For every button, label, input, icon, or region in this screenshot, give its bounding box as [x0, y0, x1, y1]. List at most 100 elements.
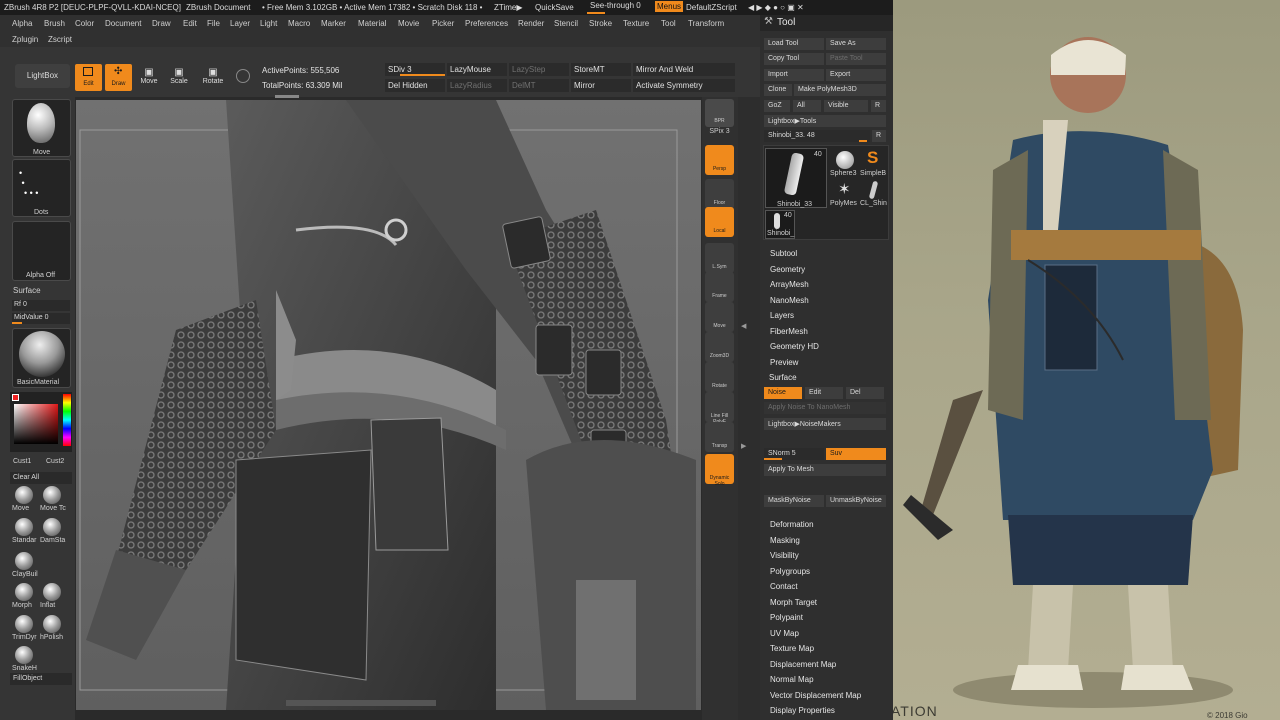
- ztime[interactable]: ZTime▶: [494, 3, 523, 12]
- tool-r-button[interactable]: R: [872, 130, 886, 142]
- shelf-frame[interactable]: Frame: [705, 272, 734, 302]
- subpalette-preview[interactable]: Preview: [770, 358, 798, 367]
- gyro-icon[interactable]: [236, 69, 250, 83]
- quicksave-button[interactable]: QuickSave: [535, 3, 574, 12]
- load-tool-button[interactable]: Load Tool: [764, 38, 824, 50]
- subpalette-deformation[interactable]: Deformation: [770, 520, 814, 529]
- tool-thumb-sphere3d[interactable]: Sphere3: [830, 148, 860, 178]
- subpalette-normal-map[interactable]: Normal Map: [770, 675, 814, 684]
- custom-color-2[interactable]: Cust2: [46, 458, 64, 465]
- shelf-move[interactable]: Move: [705, 302, 734, 332]
- subpalette-layers[interactable]: Layers: [770, 311, 794, 320]
- noise-del-button[interactable]: Del: [846, 387, 884, 399]
- tool-thumb-cl-shinobi[interactable]: CL_Shin: [860, 180, 890, 208]
- goz-r-button[interactable]: R: [871, 100, 886, 112]
- custom-color-1[interactable]: Cust1: [13, 458, 31, 465]
- mirror-button[interactable]: Mirror: [571, 79, 631, 92]
- goz-all-button[interactable]: All: [793, 100, 821, 112]
- save-as-button[interactable]: Save As: [826, 38, 886, 50]
- menu-brush[interactable]: Brush: [44, 19, 65, 28]
- menu-marker[interactable]: Marker: [321, 19, 346, 28]
- brush-standar[interactable]: Standar: [12, 517, 40, 547]
- toolbar-scroll-handle[interactable]: [275, 95, 299, 98]
- import-button[interactable]: Import: [764, 69, 824, 81]
- brush-inflat[interactable]: Inflat: [40, 582, 68, 612]
- color-picker[interactable]: [10, 392, 72, 452]
- menu-macro[interactable]: Macro: [288, 19, 310, 28]
- subpalette-vector-displacement-map[interactable]: Vector Displacement Map: [770, 691, 861, 700]
- shelf-local[interactable]: Local: [705, 207, 734, 237]
- menus-toggle[interactable]: Menus: [655, 1, 684, 12]
- menu-preferences[interactable]: Preferences: [465, 19, 508, 28]
- viewport-canvas[interactable]: [76, 100, 701, 710]
- mask-by-noise-button[interactable]: MaskByNoise: [764, 495, 824, 507]
- tool-thumb-shinobi33[interactable]: 40 Shinobi_33: [765, 148, 827, 208]
- clear-all-button[interactable]: Clear All: [10, 472, 72, 484]
- snorm-slider[interactable]: SNorm 5: [764, 448, 824, 460]
- menu-tool[interactable]: Tool: [661, 19, 676, 28]
- subpalette-displacement-map[interactable]: Displacement Map: [770, 660, 836, 669]
- menu-stroke[interactable]: Stroke: [589, 19, 612, 28]
- menu-stencil[interactable]: Stencil: [554, 19, 578, 28]
- brush-hpolish[interactable]: hPolish: [40, 614, 68, 644]
- del-hidden-button[interactable]: Del Hidden: [385, 79, 445, 92]
- brush-claybuil[interactable]: ClayBuil: [12, 551, 40, 581]
- brush-snakeh[interactable]: SnakeH: [12, 645, 40, 675]
- subpalette-texture-map[interactable]: Texture Map: [770, 644, 814, 653]
- scale-mode-button[interactable]: ▣ Scale: [168, 67, 190, 85]
- menu-picker[interactable]: Picker: [432, 19, 454, 28]
- noise-button[interactable]: Noise: [764, 387, 802, 399]
- menu-material[interactable]: Material: [358, 19, 386, 28]
- menu-alpha[interactable]: Alpha: [12, 19, 32, 28]
- lazystep-slider[interactable]: LazyStep: [509, 63, 569, 76]
- activate-symmetry-button[interactable]: Activate Symmetry: [633, 79, 735, 92]
- subpalette-display-properties[interactable]: Display Properties: [770, 706, 835, 715]
- apply-noise-nanomesh-button[interactable]: Apply Noise To NanoMesh: [764, 402, 886, 414]
- subpalette-subtool[interactable]: Subtool: [770, 249, 797, 258]
- menu-document[interactable]: Document: [105, 19, 141, 28]
- current-tool-slider[interactable]: Shinobi_33. 48: [764, 130, 870, 142]
- menu-color[interactable]: Color: [75, 19, 94, 28]
- sdiv-slider[interactable]: SDiv 3: [385, 63, 445, 76]
- tool-thumb-shinobi[interactable]: 40 Shinobi_: [765, 210, 795, 239]
- brush-move[interactable]: Move: [12, 485, 40, 515]
- default-zscript-button[interactable]: DefaultZScript: [686, 3, 737, 12]
- menu-texture[interactable]: Texture: [623, 19, 649, 28]
- mirror-and-weld-button[interactable]: Mirror And Weld: [633, 63, 735, 76]
- subpalette-geometry-hd[interactable]: Geometry HD: [770, 342, 819, 351]
- make-polymesh-button[interactable]: Make PolyMesh3D: [794, 84, 886, 96]
- menu-zscript[interactable]: Zscript: [48, 35, 72, 44]
- lightbox-tools-button[interactable]: Lightbox▶Tools: [764, 115, 886, 127]
- shelf-l-sym[interactable]: L.Sym: [705, 243, 734, 273]
- goz-button[interactable]: GoZ: [764, 100, 790, 112]
- suv-button[interactable]: Suv: [826, 448, 886, 460]
- shelf-transp[interactable]: Transp: [705, 422, 734, 452]
- storemt-button[interactable]: StoreMT: [571, 63, 631, 76]
- subpalette-contact[interactable]: Contact: [770, 582, 798, 591]
- rotate-mode-button[interactable]: ▣ Rotate: [200, 67, 226, 85]
- subpalette-polypaint[interactable]: Polypaint: [770, 613, 803, 622]
- bpr-button[interactable]: BPR: [705, 99, 734, 127]
- menu-transform[interactable]: Transform: [688, 19, 724, 28]
- shelf-line-fill-polyf[interactable]: Line Fill PolyF: [705, 392, 734, 425]
- clone-button[interactable]: Clone: [764, 84, 792, 96]
- menu-file[interactable]: File: [207, 19, 220, 28]
- material-selector[interactable]: BasicMaterial: [12, 328, 71, 388]
- seethrough-slider[interactable]: See-through 0: [590, 1, 641, 10]
- alpha-selector[interactable]: Alpha Off: [12, 221, 71, 281]
- shelf-dynamic-solo[interactable]: Dynamic Solo: [705, 454, 734, 487]
- fillobject-button[interactable]: FillObject: [10, 673, 72, 685]
- noise-edit-button[interactable]: Edit: [805, 387, 843, 399]
- subpalette-visibility[interactable]: Visibility: [770, 551, 799, 560]
- subpalette-masking[interactable]: Masking: [770, 536, 800, 545]
- subpalette-geometry[interactable]: Geometry: [770, 265, 805, 274]
- shelf-zoom3d[interactable]: Zoom3D: [705, 332, 734, 362]
- lazymouse-button[interactable]: LazyMouse: [447, 63, 507, 76]
- subpalette-uv-map[interactable]: UV Map: [770, 629, 799, 638]
- subpalette-surface[interactable]: Surface: [769, 373, 797, 382]
- tool-thumb-polymesh[interactable]: ✶ PolyMes: [830, 180, 860, 208]
- midvalue-slider[interactable]: MidValue 0: [12, 313, 70, 324]
- lightbox-button[interactable]: LightBox: [15, 64, 70, 88]
- move-mode-button[interactable]: ▣ Move: [138, 67, 160, 85]
- lazyradius-slider[interactable]: LazyRadius: [447, 79, 507, 92]
